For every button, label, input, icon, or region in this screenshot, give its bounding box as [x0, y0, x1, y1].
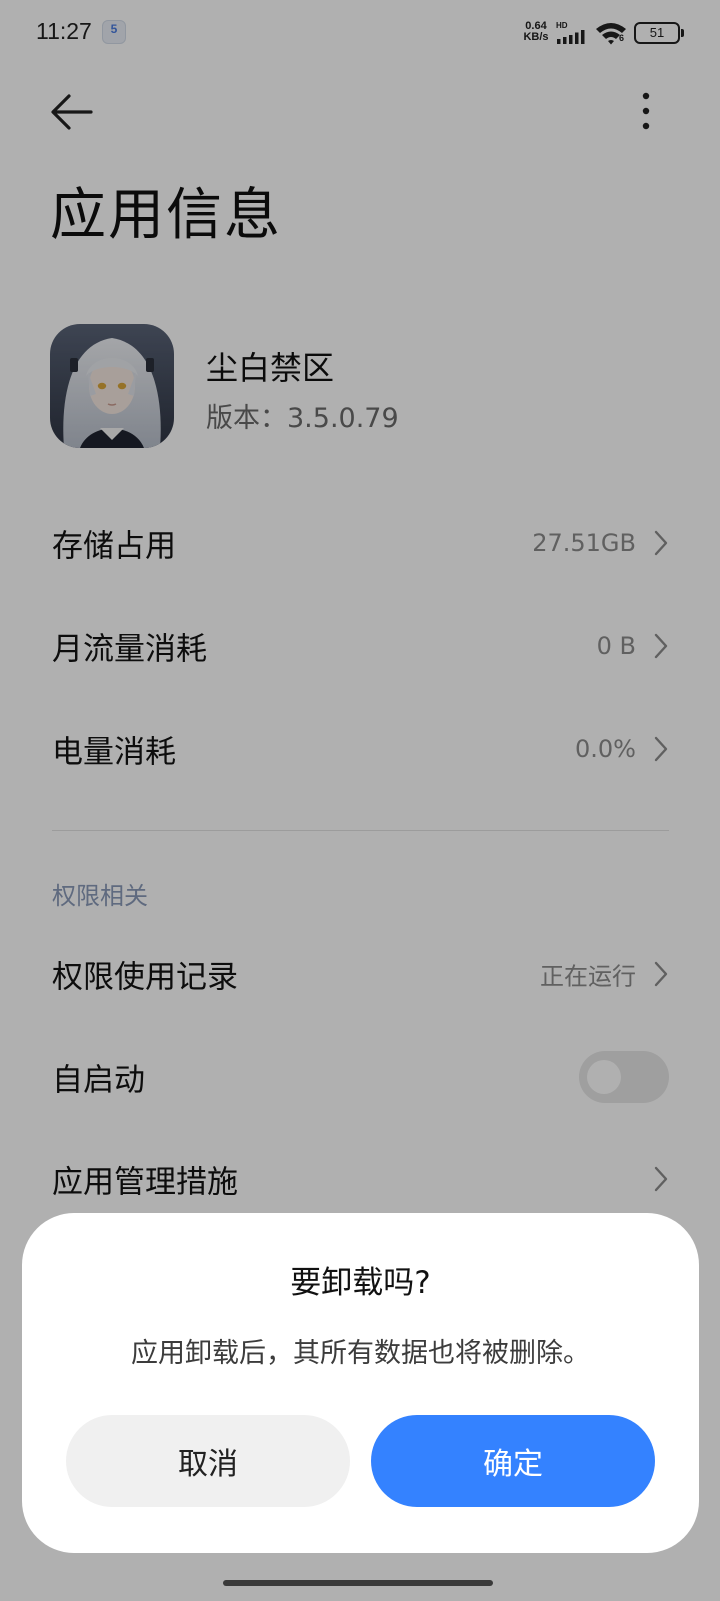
dialog-title: 要卸载吗?: [290, 1265, 431, 1301]
dialog-message: 应用卸载后，其所有数据也将被删除。: [131, 1338, 590, 1369]
uninstall-dialog: 要卸载吗? 应用卸载后，其所有数据也将被删除。 取消 确定: [22, 1213, 699, 1553]
home-indicator[interactable]: [223, 1580, 493, 1586]
cancel-button[interactable]: 取消: [66, 1415, 350, 1507]
confirm-button[interactable]: 确定: [371, 1415, 655, 1507]
